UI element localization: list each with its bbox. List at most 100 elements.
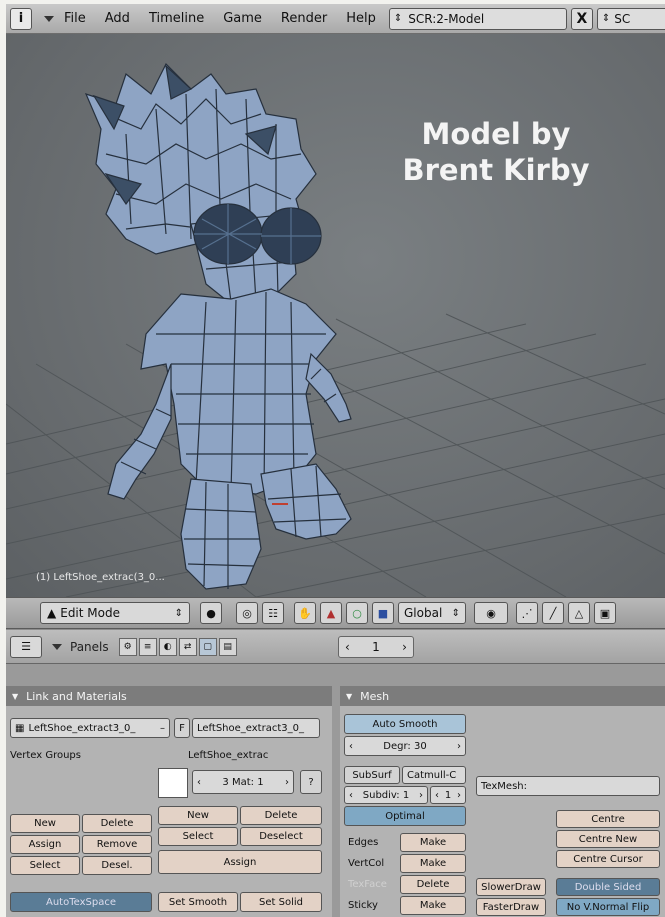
- mode-selector[interactable]: ▲ Edit Mode ⇕: [40, 602, 190, 624]
- subsurf-toggle[interactable]: SubSurf: [344, 766, 400, 784]
- occlude-button[interactable]: ▣: [594, 602, 616, 624]
- subdiv-render-field[interactable]: ‹ 1 ›: [430, 786, 466, 804]
- set-solid-label: Set Solid: [259, 896, 303, 908]
- object-tab[interactable]: ⇄: [178, 637, 197, 656]
- active-object-label: (1) LeftShoe_extrac(3_0...: [36, 572, 165, 583]
- panel-title-bar[interactable]: ▼ Link and Materials: [6, 686, 332, 706]
- vertex-select-button[interactable]: ⋰: [516, 602, 538, 624]
- proportional-button[interactable]: ◉: [474, 602, 508, 624]
- material-select-button[interactable]: Select: [158, 827, 238, 846]
- menu-add[interactable]: Add: [105, 11, 130, 26]
- left-arrow-icon: ‹: [435, 789, 439, 801]
- material-delete-label: Delete: [264, 810, 298, 821]
- menu-game[interactable]: Game: [223, 11, 262, 26]
- material-assign-button[interactable]: Assign: [158, 850, 322, 874]
- close-screen-button[interactable]: X: [570, 7, 593, 30]
- no-vnormal-flip-toggle[interactable]: No V.Normal Flip: [556, 898, 660, 916]
- material-name-label: LeftShoe_extrac: [188, 750, 269, 761]
- screen-selector[interactable]: ⇕ SCR:2-Model: [388, 7, 567, 30]
- edge-select-button[interactable]: ╱: [542, 602, 564, 624]
- material-counter-value: 3 Mat: 1: [222, 776, 264, 788]
- material-new-button[interactable]: New: [158, 806, 238, 825]
- editing-tab[interactable]: ▢: [198, 637, 217, 656]
- collapse-header-icon[interactable]: [52, 643, 62, 650]
- menu-timeline[interactable]: Timeline: [149, 11, 204, 26]
- manipulator-toggle[interactable]: ✋: [294, 602, 316, 624]
- material-color-swatch[interactable]: [158, 768, 188, 798]
- centre-new-button[interactable]: Centre New: [556, 830, 660, 848]
- face-select-button[interactable]: △: [568, 602, 590, 624]
- scene-selector[interactable]: ⇕ SC: [596, 7, 665, 30]
- panel-title-bar[interactable]: ▼ Mesh: [340, 686, 665, 706]
- edges-make-button[interactable]: Make: [400, 833, 466, 852]
- no-vnormal-flip-label: No V.Normal Flip: [566, 901, 650, 913]
- rotate-button[interactable]: ○: [346, 602, 368, 624]
- scale-button[interactable]: ■: [372, 602, 394, 624]
- vgroup-new-button[interactable]: New: [10, 814, 80, 833]
- object-name-field[interactable]: LeftShoe_extract3_0_: [192, 718, 320, 738]
- mesh-icon: ▦: [15, 722, 25, 734]
- subdiv-field[interactable]: ‹ Subdiv: 1 ›: [344, 786, 428, 804]
- vertcol-make-button[interactable]: Make: [400, 854, 466, 873]
- collapse-menu-icon[interactable]: [44, 15, 54, 22]
- updown-icon: ⇕: [601, 13, 611, 24]
- right-arrow-icon: ›: [402, 640, 407, 654]
- autotexspace-toggle[interactable]: AutoTexSpace: [10, 892, 152, 912]
- optimal-toggle[interactable]: Optimal: [344, 806, 466, 826]
- vgroup-select-label: Select: [29, 860, 61, 871]
- set-smooth-button[interactable]: Set Smooth: [158, 892, 238, 912]
- centre-cursor-button[interactable]: Centre Cursor: [556, 850, 660, 868]
- frame-counter[interactable]: ‹ 1 ›: [338, 636, 414, 658]
- material-new-label: New: [187, 810, 209, 821]
- layer-button[interactable]: ☷: [262, 602, 284, 624]
- window-type-button[interactable]: ☰: [10, 635, 42, 658]
- vgroup-select-button[interactable]: Select: [10, 856, 80, 875]
- orientation-selector[interactable]: Global ⇕: [398, 602, 466, 624]
- collapse-triangle-icon: ▼: [346, 691, 353, 701]
- texface-label: TexFace: [348, 879, 387, 890]
- right-arrow-icon: ›: [418, 789, 423, 801]
- vgroup-delete-button[interactable]: Delete: [82, 814, 152, 833]
- shading-tab[interactable]: ◐: [158, 637, 177, 656]
- sphere-icon: ◐: [163, 641, 172, 652]
- triangle-icon: ▲: [326, 606, 336, 620]
- logic-tab[interactable]: ⚙: [118, 637, 137, 656]
- fasterdraw-button[interactable]: FasterDraw: [476, 898, 546, 916]
- translate-button[interactable]: ▲: [320, 602, 342, 624]
- vgroup-deselect-button[interactable]: Desel.: [82, 856, 152, 875]
- degree-field[interactable]: ‹ Degr: 30 ›: [344, 736, 466, 756]
- close-icon: X: [576, 10, 588, 27]
- right-arrow-icon: ›: [456, 740, 461, 752]
- vgroup-assign-button[interactable]: Assign: [10, 835, 80, 854]
- texface-delete-button[interactable]: Delete: [400, 875, 466, 894]
- material-query-button[interactable]: ?: [300, 770, 322, 794]
- fake-user-button[interactable]: F: [174, 718, 190, 738]
- 3d-viewport[interactable]: Model by Brent Kirby (1) LeftShoe_extrac…: [6, 34, 665, 597]
- set-solid-button[interactable]: Set Solid: [240, 892, 322, 912]
- draw-type-button[interactable]: ●: [200, 602, 222, 624]
- grid-icon: ☷: [268, 606, 278, 620]
- texmesh-field[interactable]: TexMesh:: [476, 776, 660, 796]
- menu-render[interactable]: Render: [281, 11, 327, 26]
- menu-file[interactable]: File: [64, 11, 86, 26]
- mesh-name-field[interactable]: ▦ LeftShoe_extract3_0_ –: [10, 718, 170, 738]
- double-sided-toggle[interactable]: Double Sided: [556, 878, 660, 896]
- menu-help[interactable]: Help: [346, 11, 376, 26]
- vertex-icon: ⋰: [521, 606, 533, 620]
- pivot-button[interactable]: ◎: [236, 602, 258, 624]
- square-icon: ■: [377, 606, 389, 620]
- material-counter[interactable]: ‹ 3 Mat: 1 ›: [192, 770, 294, 794]
- editor-type-button[interactable]: i: [10, 7, 32, 30]
- script-tab[interactable]: ≡: [138, 637, 157, 656]
- material-deselect-button[interactable]: Deselect: [240, 827, 322, 846]
- subsurf-type-selector[interactable]: Catmull-C: [402, 766, 466, 784]
- material-delete-button[interactable]: Delete: [240, 806, 322, 825]
- sticky-make-button[interactable]: Make: [400, 896, 466, 915]
- auto-smooth-toggle[interactable]: Auto Smooth: [344, 714, 466, 734]
- slowerdraw-button[interactable]: SlowerDraw: [476, 878, 546, 896]
- vgroup-remove-button[interactable]: Remove: [82, 835, 152, 854]
- centre-button[interactable]: Centre: [556, 810, 660, 828]
- scene-tab[interactable]: ▤: [218, 637, 237, 656]
- view3d-header: ▲ Edit Mode ⇕ ● ◎ ☷ ✋ ▲ ○ ■ Global ⇕ ◉ ⋰…: [6, 597, 665, 629]
- cube-icon: ▣: [599, 606, 611, 620]
